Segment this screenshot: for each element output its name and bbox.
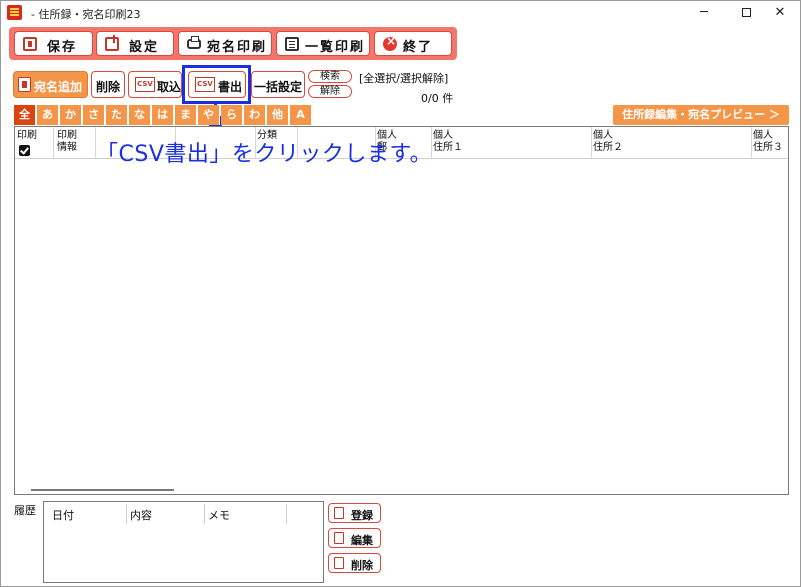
kana-tab[interactable]: や <box>198 105 220 125</box>
kana-tab[interactable]: さ <box>83 105 105 125</box>
maximize-button[interactable] <box>729 1 763 25</box>
bulk-settings-button[interactable]: 一括設定 <box>251 71 305 98</box>
column-header-line2: 住所１ <box>433 142 463 153</box>
kana-tab[interactable]: わ <box>244 105 266 125</box>
column-header-line1: 個人 <box>753 130 773 141</box>
add-address-button[interactable]: 宛名追加 <box>13 71 88 98</box>
edit-record-icon <box>334 532 344 544</box>
csv-file-icon: CSV <box>135 77 155 92</box>
kana-tab[interactable]: あ <box>37 105 59 125</box>
column-divider <box>126 504 127 524</box>
search-button[interactable]: 検索 <box>308 70 352 83</box>
history-delete-label: 削除 <box>351 559 373 572</box>
history-col-content: 内容 <box>130 509 152 522</box>
record-count: 0/0 件 <box>421 92 454 105</box>
clear-search-button[interactable]: 解除 <box>308 85 352 98</box>
column-divider[interactable] <box>591 127 592 159</box>
kana-tab[interactable]: な <box>129 105 151 125</box>
history-register-label: 登録 <box>351 509 373 522</box>
column-header-line1: 個人 <box>433 130 453 141</box>
kana-tab[interactable]: ま <box>175 105 197 125</box>
grid-column-header[interactable]: 印刷 情報 <box>57 130 77 154</box>
address-preview-button[interactable]: 住所録編集・宛名プレビュー ＞ <box>613 105 789 125</box>
address-print-label: 宛名印刷 <box>207 40 268 55</box>
settings-button[interactable]: 設定 <box>96 31 174 56</box>
list-print-label: 一覧印刷 <box>305 40 366 55</box>
window-title: - 住所録・宛名印刷23 <box>31 8 141 21</box>
address-grid[interactable]: 印刷 印刷 情報 分類 個人郵個人 住所１ 個人 住所２ 個人 住所３ <box>14 126 789 495</box>
add-record-icon <box>334 507 344 519</box>
kana-tab[interactable]: 他 <box>267 105 289 125</box>
exit-button[interactable]: 終了 <box>374 31 452 56</box>
main-toolbar: 保存 設定 宛名印刷 一覧印刷 終了 <box>9 27 457 60</box>
history-edit-button[interactable]: 編集 <box>328 528 381 548</box>
save-label: 保存 <box>47 40 78 55</box>
grid-column-header[interactable]: 個人 住所２ <box>593 130 623 154</box>
csv-import-label: 取込 <box>157 80 182 94</box>
column-header-line1: 印刷 <box>57 130 77 141</box>
history-edit-label: 編集 <box>351 534 373 547</box>
select-all-link[interactable]: [全選択/選択解除] <box>359 70 448 86</box>
kana-tab[interactable]: ら <box>221 105 243 125</box>
title-bar: - 住所録・宛名印刷23 ─ ✕ <box>1 1 800 25</box>
column-divider <box>286 504 287 524</box>
maximize-icon <box>741 8 751 17</box>
csv-import-button[interactable]: CSV 取込 <box>128 71 182 98</box>
instruction-callout: 「CSV書出」をクリックします。 <box>96 142 433 167</box>
print-all-checkbox[interactable] <box>19 145 30 156</box>
save-icon <box>23 37 37 51</box>
history-register-button[interactable]: 登録 <box>328 503 381 523</box>
save-button[interactable]: 保存 <box>14 31 93 56</box>
address-card-icon <box>18 77 31 92</box>
column-divider[interactable] <box>751 127 752 159</box>
horizontal-scrollbar[interactable] <box>31 489 174 491</box>
list-print-button[interactable]: 一覧印刷 <box>276 31 370 56</box>
address-print-button[interactable]: 宛名印刷 <box>178 31 272 56</box>
highlight-frame <box>182 65 251 104</box>
exit-label: 終了 <box>403 40 434 55</box>
grid-column-header[interactable]: 印刷 <box>17 130 37 142</box>
bulk-settings-label: 一括設定 <box>254 80 303 94</box>
grid-column-header[interactable]: 個人 住所１ <box>433 130 463 154</box>
history-col-date: 日付 <box>52 509 74 522</box>
kana-tab[interactable]: 全 <box>14 105 36 125</box>
column-header-line1: 個人 <box>593 130 613 141</box>
history-label: 履歴 <box>14 504 36 517</box>
minimize-button[interactable]: ─ <box>687 1 721 25</box>
column-header-line2: 住所３ <box>753 142 783 153</box>
kana-tab[interactable]: A <box>290 105 312 125</box>
delete-button[interactable]: 削除 <box>91 71 125 98</box>
app-window: - 住所録・宛名印刷23 ─ ✕ 保存 設定 宛名印刷 一覧印刷 終了 宛名追加 <box>0 0 801 587</box>
settings-label: 設定 <box>129 40 160 55</box>
column-divider[interactable] <box>53 127 54 159</box>
delete-label: 削除 <box>96 80 121 94</box>
history-table[interactable]: 日付 内容 メモ <box>43 501 324 583</box>
column-header-line2: 情報 <box>57 142 77 153</box>
settings-icon <box>105 35 119 51</box>
history-col-memo: メモ <box>208 509 230 522</box>
delete-record-icon <box>334 557 344 569</box>
close-button[interactable]: ✕ <box>763 1 797 25</box>
column-divider <box>204 504 205 524</box>
column-header-line2: 住所２ <box>593 142 623 153</box>
kana-tab[interactable]: た <box>106 105 128 125</box>
list-icon <box>285 37 299 51</box>
kana-tab[interactable]: は <box>152 105 174 125</box>
history-delete-button[interactable]: 削除 <box>328 553 381 573</box>
add-address-label: 宛名追加 <box>34 80 83 94</box>
printer-icon <box>187 36 201 49</box>
column-header-line1: 印刷 <box>17 130 37 141</box>
app-logo-icon <box>7 5 22 20</box>
kana-tab[interactable]: か <box>60 105 82 125</box>
grid-column-header[interactable]: 個人 住所３ <box>753 130 783 154</box>
exit-icon <box>383 34 397 51</box>
